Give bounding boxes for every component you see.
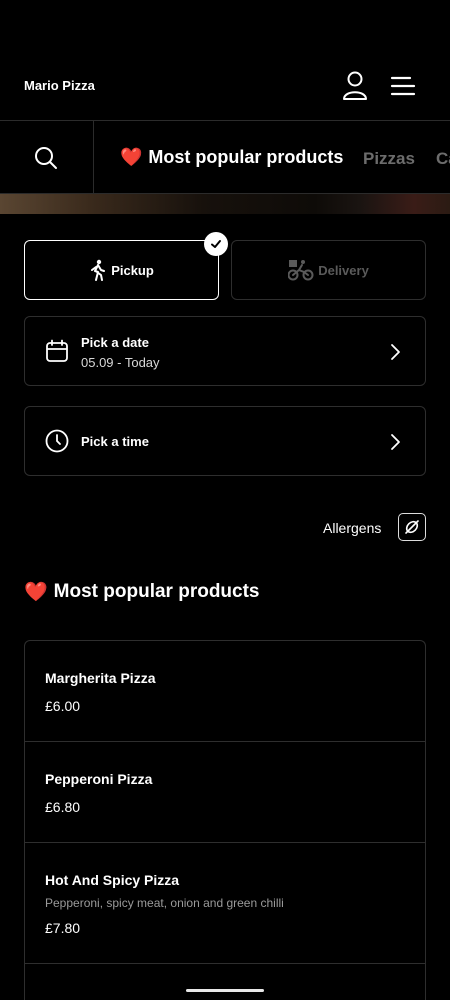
- product-card[interactable]: Hot And Spicy Pizza Pepperoni, spicy mea…: [25, 843, 425, 964]
- calendar-icon: [46, 339, 68, 362]
- bike-courier-icon: [288, 260, 314, 281]
- product-name: Pepperoni Pizza: [45, 771, 153, 787]
- pick-date-value: 05.09 - Today: [81, 355, 160, 370]
- product-price: £6.80: [45, 799, 81, 815]
- delivery-option[interactable]: Delivery: [231, 240, 426, 300]
- allergens-label[interactable]: Allergens: [323, 520, 381, 536]
- heart-emoji: ❤️: [24, 582, 48, 603]
- menu-button[interactable]: [388, 72, 418, 100]
- section-title: ❤️ Most popular products: [24, 580, 260, 604]
- hero-image-strip: [0, 194, 450, 214]
- product-card[interactable]: [25, 964, 425, 1000]
- clock-icon: [45, 429, 69, 453]
- product-card[interactable]: Pepperoni Pizza £6.80: [25, 742, 425, 843]
- product-list: Margherita Pizza £6.00 Pepperoni Pizza £…: [24, 640, 426, 1000]
- brand-name[interactable]: Mario Pizza: [24, 78, 95, 93]
- category-bar: ❤️ Most popular products Pizzas Ca: [0, 120, 450, 194]
- user-icon: [343, 71, 367, 100]
- pickup-option[interactable]: Pickup: [24, 240, 219, 300]
- tab-next-category[interactable]: Ca: [436, 149, 450, 169]
- product-description: Pepperoni, spicy meat, onion and green c…: [45, 896, 284, 910]
- account-button[interactable]: [340, 70, 370, 102]
- no-allergens-icon: [405, 520, 419, 534]
- chevron-right-icon: [391, 344, 400, 360]
- section-title-text: Most popular products: [53, 581, 260, 602]
- pick-date-row[interactable]: Pick a date 05.09 - Today: [24, 316, 426, 386]
- product-card[interactable]: Margherita Pizza £6.00: [25, 641, 425, 742]
- selected-check-icon: [204, 232, 228, 256]
- product-name: Hot And Spicy Pizza: [45, 872, 180, 888]
- delivery-label: Delivery: [318, 262, 369, 278]
- search-button[interactable]: [0, 121, 94, 193]
- heart-emoji: ❤️: [120, 147, 143, 167]
- pick-date-label: Pick a date: [81, 335, 149, 350]
- allergens-button[interactable]: [398, 513, 426, 541]
- tab-pizzas[interactable]: Pizzas: [363, 149, 415, 169]
- pick-time-row[interactable]: Pick a time: [24, 406, 426, 476]
- product-price: £6.00: [45, 698, 81, 714]
- search-icon: [35, 147, 57, 169]
- chevron-right-icon: [391, 434, 400, 450]
- product-price: £7.80: [45, 920, 81, 936]
- home-indicator[interactable]: [186, 989, 264, 992]
- walking-person-icon: [91, 259, 106, 281]
- tab-most-popular[interactable]: ❤️ Most popular products: [120, 147, 343, 168]
- product-name: Margherita Pizza: [45, 670, 156, 686]
- tab-label: Most popular products: [148, 147, 344, 167]
- hamburger-menu-icon: [390, 76, 416, 96]
- pick-time-label: Pick a time: [81, 434, 149, 449]
- pickup-label: Pickup: [111, 262, 154, 278]
- app-header: Mario Pizza: [0, 0, 450, 120]
